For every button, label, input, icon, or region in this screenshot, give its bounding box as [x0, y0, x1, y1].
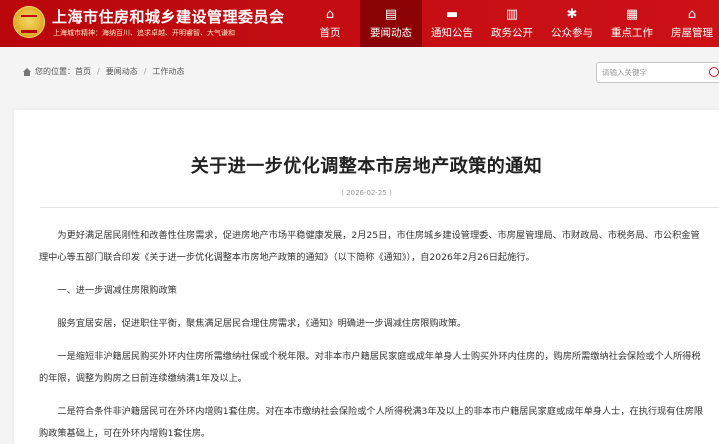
folder-icon: ▬ [445, 7, 459, 22]
nav-label: 首页 [319, 27, 341, 39]
breadcrumb-bar: 您的位置： 首页 / 要闻动态 / 工作动态 [0, 47, 719, 97]
nav-label: 公众参与 [551, 27, 593, 39]
house-gear-icon: ⌂ [687, 7, 697, 22]
nav-item-home[interactable]: ⌂ 首页 [300, 0, 360, 47]
nav-label: 房屋管理 [671, 27, 713, 39]
breadcrumb-prefix: 您的位置： [35, 67, 75, 76]
location-home-icon [23, 67, 31, 76]
search-box [596, 62, 719, 83]
nav-item-notices[interactable]: ▬ 通知公告 [422, 0, 482, 47]
breadcrumb-home-link[interactable]: 首页 [75, 66, 91, 77]
nav-item-gov-info[interactable]: ▥ 政务公开 [482, 0, 542, 47]
article-card: 关于进一步优化调整本市房地产政策的通知 ( 2026-02-25 ) 为更好满足… [14, 110, 719, 444]
article-body: 为更好满足居民刚性和改善性住房需求，促进房地产市场平稳健康发展，2月25日，市住… [39, 225, 704, 444]
news-icon: ▤ [384, 7, 398, 22]
breadcrumb-separator: / [97, 67, 100, 76]
chart-icon: ▥ [505, 7, 519, 22]
title-divider [40, 207, 719, 208]
breadcrumb-news-link[interactable]: 要闻动态 [106, 66, 138, 77]
site-logo-emblem[interactable] [13, 6, 45, 38]
article-paragraph: 为更好满足居民刚性和改善性住房需求，促进房地产市场平稳健康发展，2月25日，市住… [39, 230, 700, 263]
search-input[interactable] [602, 65, 702, 80]
gear-icon: ✱ [566, 7, 578, 22]
nav-item-news[interactable]: ▤ 要闻动态 [360, 0, 422, 47]
article-title: 关于进一步优化调整本市房地产政策的通知 [190, 156, 543, 177]
breadcrumb: 您的位置： 首页 / 要闻动态 / 工作动态 [23, 66, 184, 77]
nav-item-housing[interactable]: ⌂ 房屋管理 [662, 0, 719, 47]
article-date: ( 2026-02-25 ) [341, 189, 392, 197]
search-icon[interactable] [709, 67, 719, 77]
nav-item-key-work[interactable]: ▦ 重点工作 [602, 0, 662, 47]
home-icon: ⌂ [325, 7, 335, 22]
article-paragraph: 服务宜居安居，促进职住平衡，聚焦满足居民合理住房需求，《通知》明确进一步调减住房… [57, 318, 467, 329]
breadcrumb-separator: / [143, 67, 147, 76]
breadcrumb-work-news-link[interactable]: 工作动态 [152, 66, 184, 77]
site-title[interactable]: 上海市住房和城乡建设管理委员会 [52, 6, 285, 27]
nav-item-public-participation[interactable]: ✱ 公众参与 [542, 0, 602, 47]
site-header: 上海市住房和城乡建设管理委员会 上海城市精神：海纳百川、追求卓越、开明睿智、大气… [0, 0, 719, 47]
nav-label: 政务公开 [491, 27, 533, 39]
nav-label: 要闻动态 [370, 27, 412, 39]
site-slogan: 上海城市精神：海纳百川、追求卓越、开明睿智、大气谦和 [53, 29, 235, 37]
building-icon: ▦ [625, 7, 639, 22]
main-nav: ⌂ 首页 ▤ 要闻动态 ▬ 通知公告 ▥ 政务公开 ✱ 公众参与 ▦ 重点工作 … [300, 0, 719, 47]
article-paragraph: 二是符合条件非沪籍居民可在外环内增购1套住房。对在本市缴纳社会保险或个人所得税满… [39, 406, 704, 439]
nav-label: 重点工作 [611, 27, 653, 39]
nav-label: 通知公告 [431, 27, 473, 39]
section-heading: 一、进一步调减住房限购政策 [57, 285, 177, 296]
article-paragraph: 一是缩短非沪籍居民购买外环内住房所需缴纳社保或个税年限。对非本市户籍居民家庭或成… [39, 351, 701, 384]
